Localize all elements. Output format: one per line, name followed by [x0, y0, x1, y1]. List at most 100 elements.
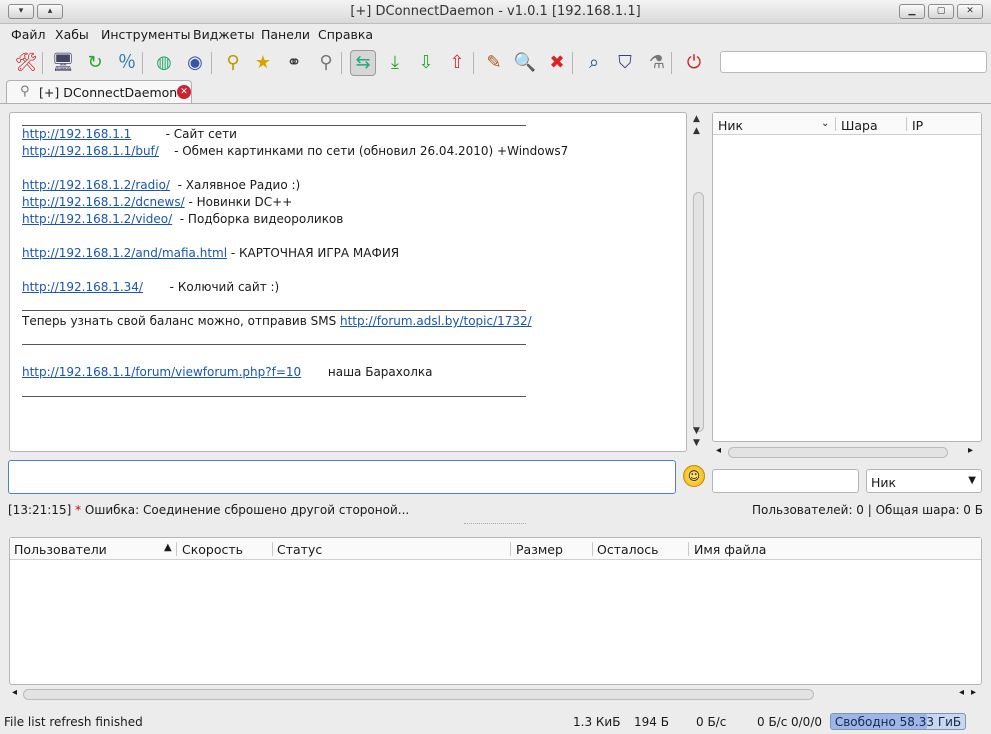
column-speed[interactable]: Скорость: [182, 542, 243, 557]
chat-text: - КАРТОЧНАЯ ИГРА МАФИЯ: [227, 246, 400, 260]
download-queue-button[interactable]: ⇩: [413, 50, 439, 76]
internet-globe-button[interactable]: ◉: [182, 50, 208, 76]
tab-label: [+] DConnectDaemon: [39, 85, 178, 100]
menu-tools[interactable]: Инструменты: [101, 27, 190, 42]
upload-queue-button[interactable]: ⇧: [444, 50, 470, 76]
chat-link[interactable]: http://192.168.1.2/and/mafia.html: [22, 246, 227, 260]
close-red-icon: ✖: [549, 52, 565, 73]
menu-widgets[interactable]: Виджеты: [193, 27, 254, 42]
scroll-right-icon[interactable]: ▸: [971, 687, 976, 698]
chat-link[interactable]: http://192.168.1.1/buf/: [22, 144, 159, 158]
chat-link[interactable]: http://192.168.1.2/radio/: [22, 178, 170, 192]
splitter-handle[interactable]: [464, 523, 526, 525]
menu-help[interactable]: Справка: [318, 27, 373, 42]
transfers-table[interactable]: Пользователи ▲ Скорость Статус Размер Ос…: [9, 537, 982, 685]
statusbar-message: File list refresh finished: [4, 715, 143, 729]
scroll-left-icon[interactable]: ◂: [716, 445, 721, 456]
chat-text: - Колючий сайт :): [142, 280, 280, 294]
scroll-left-icon[interactable]: ◂: [12, 687, 17, 698]
settings-tools-button[interactable]: 🛠: [13, 50, 39, 76]
column-filename[interactable]: Имя файла: [694, 542, 766, 557]
hub-connect-button[interactable]: 🖥: [50, 50, 76, 76]
search-spy-button[interactable]: ⌕: [581, 50, 607, 76]
user-list[interactable]: Ник ⌄ Шара IP: [712, 112, 982, 442]
close-red-button[interactable]: ✖: [544, 50, 570, 76]
chat-link[interactable]: http://forum.adsl.by/topic/1732/: [340, 314, 532, 328]
transfers-hscrollbar[interactable]: ◂ ◂ ▸: [9, 687, 982, 703]
network-share-button[interactable]: ⇆: [350, 50, 376, 76]
statusbar-size-1: 1.3 КиБ: [573, 715, 621, 729]
clear-broom-button[interactable]: ✎: [481, 50, 507, 76]
scroll-up-icon[interactable]: ▲: [693, 126, 700, 136]
scroll-thumb[interactable]: [728, 447, 948, 458]
download-button[interactable]: ⤓: [382, 50, 408, 76]
favorite-user-icon: ★: [254, 52, 272, 73]
scroll-up-icon[interactable]: ▲: [693, 114, 700, 124]
user-share-summary: Пользователей: 0 | Общая шара: 0 Б: [751, 503, 983, 517]
user-list-header: Ник ⌄ Шара IP: [713, 113, 981, 135]
binoculars-button[interactable]: ⚭: [281, 50, 307, 76]
tab-divider: [0, 103, 991, 104]
chat-separator-line: [22, 310, 526, 311]
title-bar: ▾ ▴ [+] DConnectDaemon - v1.0.1 [192.168…: [0, 0, 991, 24]
column-remaining[interactable]: Осталось: [597, 542, 659, 557]
minimize-button[interactable]: ▁: [899, 4, 925, 19]
toolbar-separator: [473, 52, 474, 74]
refresh-globe-button[interactable]: ◍: [151, 50, 177, 76]
chat-link[interactable]: http://192.168.1.34/: [22, 280, 143, 294]
chat-link[interactable]: http://192.168.1.1/forum/viewforum.php?f…: [22, 365, 301, 379]
filter-button[interactable]: ⚗: [644, 50, 670, 76]
column-status[interactable]: Статус: [277, 542, 322, 557]
user-list-hscrollbar[interactable]: ◂ ▸: [712, 445, 982, 461]
menu-hubs[interactable]: Хабы: [55, 27, 89, 42]
chat-message-input[interactable]: [8, 460, 676, 494]
download-queue-icon: ⇩: [418, 52, 434, 73]
column-share[interactable]: Шара: [841, 118, 878, 133]
filter-column-value: Ник: [871, 475, 897, 490]
chat-link[interactable]: http://192.168.1.2/dcnews/: [22, 195, 185, 209]
reconnect-button[interactable]: ↻: [82, 50, 108, 76]
chat-scrollbar[interactable]: ▲ ▲ ▼ ▼: [690, 112, 707, 452]
search-icon: 🔍: [513, 52, 537, 73]
chat-message: http://192.168.1.2/radio/ - Халявное Рад…: [22, 178, 300, 192]
pin-gray-button[interactable]: ⚲: [313, 50, 339, 76]
column-users[interactable]: Пользователи: [14, 542, 107, 557]
speed-percent-button[interactable]: ％: [114, 50, 140, 76]
column-nick[interactable]: Ник: [718, 118, 743, 133]
chat-link[interactable]: http://192.168.1.2/video/: [22, 212, 172, 226]
tab-dconnectdaemon[interactable]: ⚲ [+] DConnectDaemon ✕: [6, 80, 192, 104]
toolbar-separator: [211, 52, 212, 74]
power-button[interactable]: ⏻: [681, 50, 707, 76]
column-ip[interactable]: IP: [912, 118, 923, 133]
favorite-user-button[interactable]: ★: [250, 50, 276, 76]
close-window-button[interactable]: ✕: [957, 4, 983, 19]
pin-gray-icon: ⚲: [319, 52, 333, 73]
binoculars-icon: ⚭: [286, 52, 302, 73]
chat-message: http://192.168.1.2/video/ - Подборка вид…: [22, 212, 343, 226]
power-icon: ⏻: [686, 52, 702, 73]
window-title: [+] DConnectDaemon - v1.0.1 [192.168.1.1…: [350, 4, 641, 19]
menu-panels[interactable]: Панели: [261, 27, 310, 42]
smiley-button[interactable]: ☺: [683, 465, 705, 487]
tab-close-icon[interactable]: ✕: [177, 85, 191, 99]
search-button[interactable]: 🔍: [512, 50, 538, 76]
scroll-down-icon[interactable]: ▼: [693, 438, 700, 448]
scroll-left-icon[interactable]: ◂: [959, 687, 964, 698]
user-filter-input[interactable]: [712, 469, 859, 493]
scroll-thumb[interactable]: [23, 689, 814, 700]
scroll-right-icon[interactable]: ▸: [968, 445, 973, 456]
maximize-button[interactable]: ▢: [928, 4, 954, 19]
chat-link[interactable]: http://192.168.1.1: [22, 127, 131, 141]
chat-text: - Сайт сети: [131, 127, 237, 141]
column-size[interactable]: Размер: [516, 542, 563, 557]
pin-button[interactable]: ⚲: [220, 50, 246, 76]
toolbar-search-input[interactable]: [720, 51, 987, 73]
scroll-thumb[interactable]: [693, 192, 704, 432]
filter-column-select[interactable]: Ник ▼: [866, 469, 982, 493]
shield-button[interactable]: ⛉: [612, 50, 638, 76]
chevron-down-icon: ▼: [968, 475, 976, 486]
scroll-down-icon[interactable]: ▼: [693, 426, 700, 436]
chat-text: Теперь узнать свой баланс можно, отправи…: [22, 314, 340, 328]
chat-text: - Обмен картинками по сети (обновил 26.0…: [158, 144, 569, 158]
menu-file[interactable]: Файл: [11, 27, 46, 42]
